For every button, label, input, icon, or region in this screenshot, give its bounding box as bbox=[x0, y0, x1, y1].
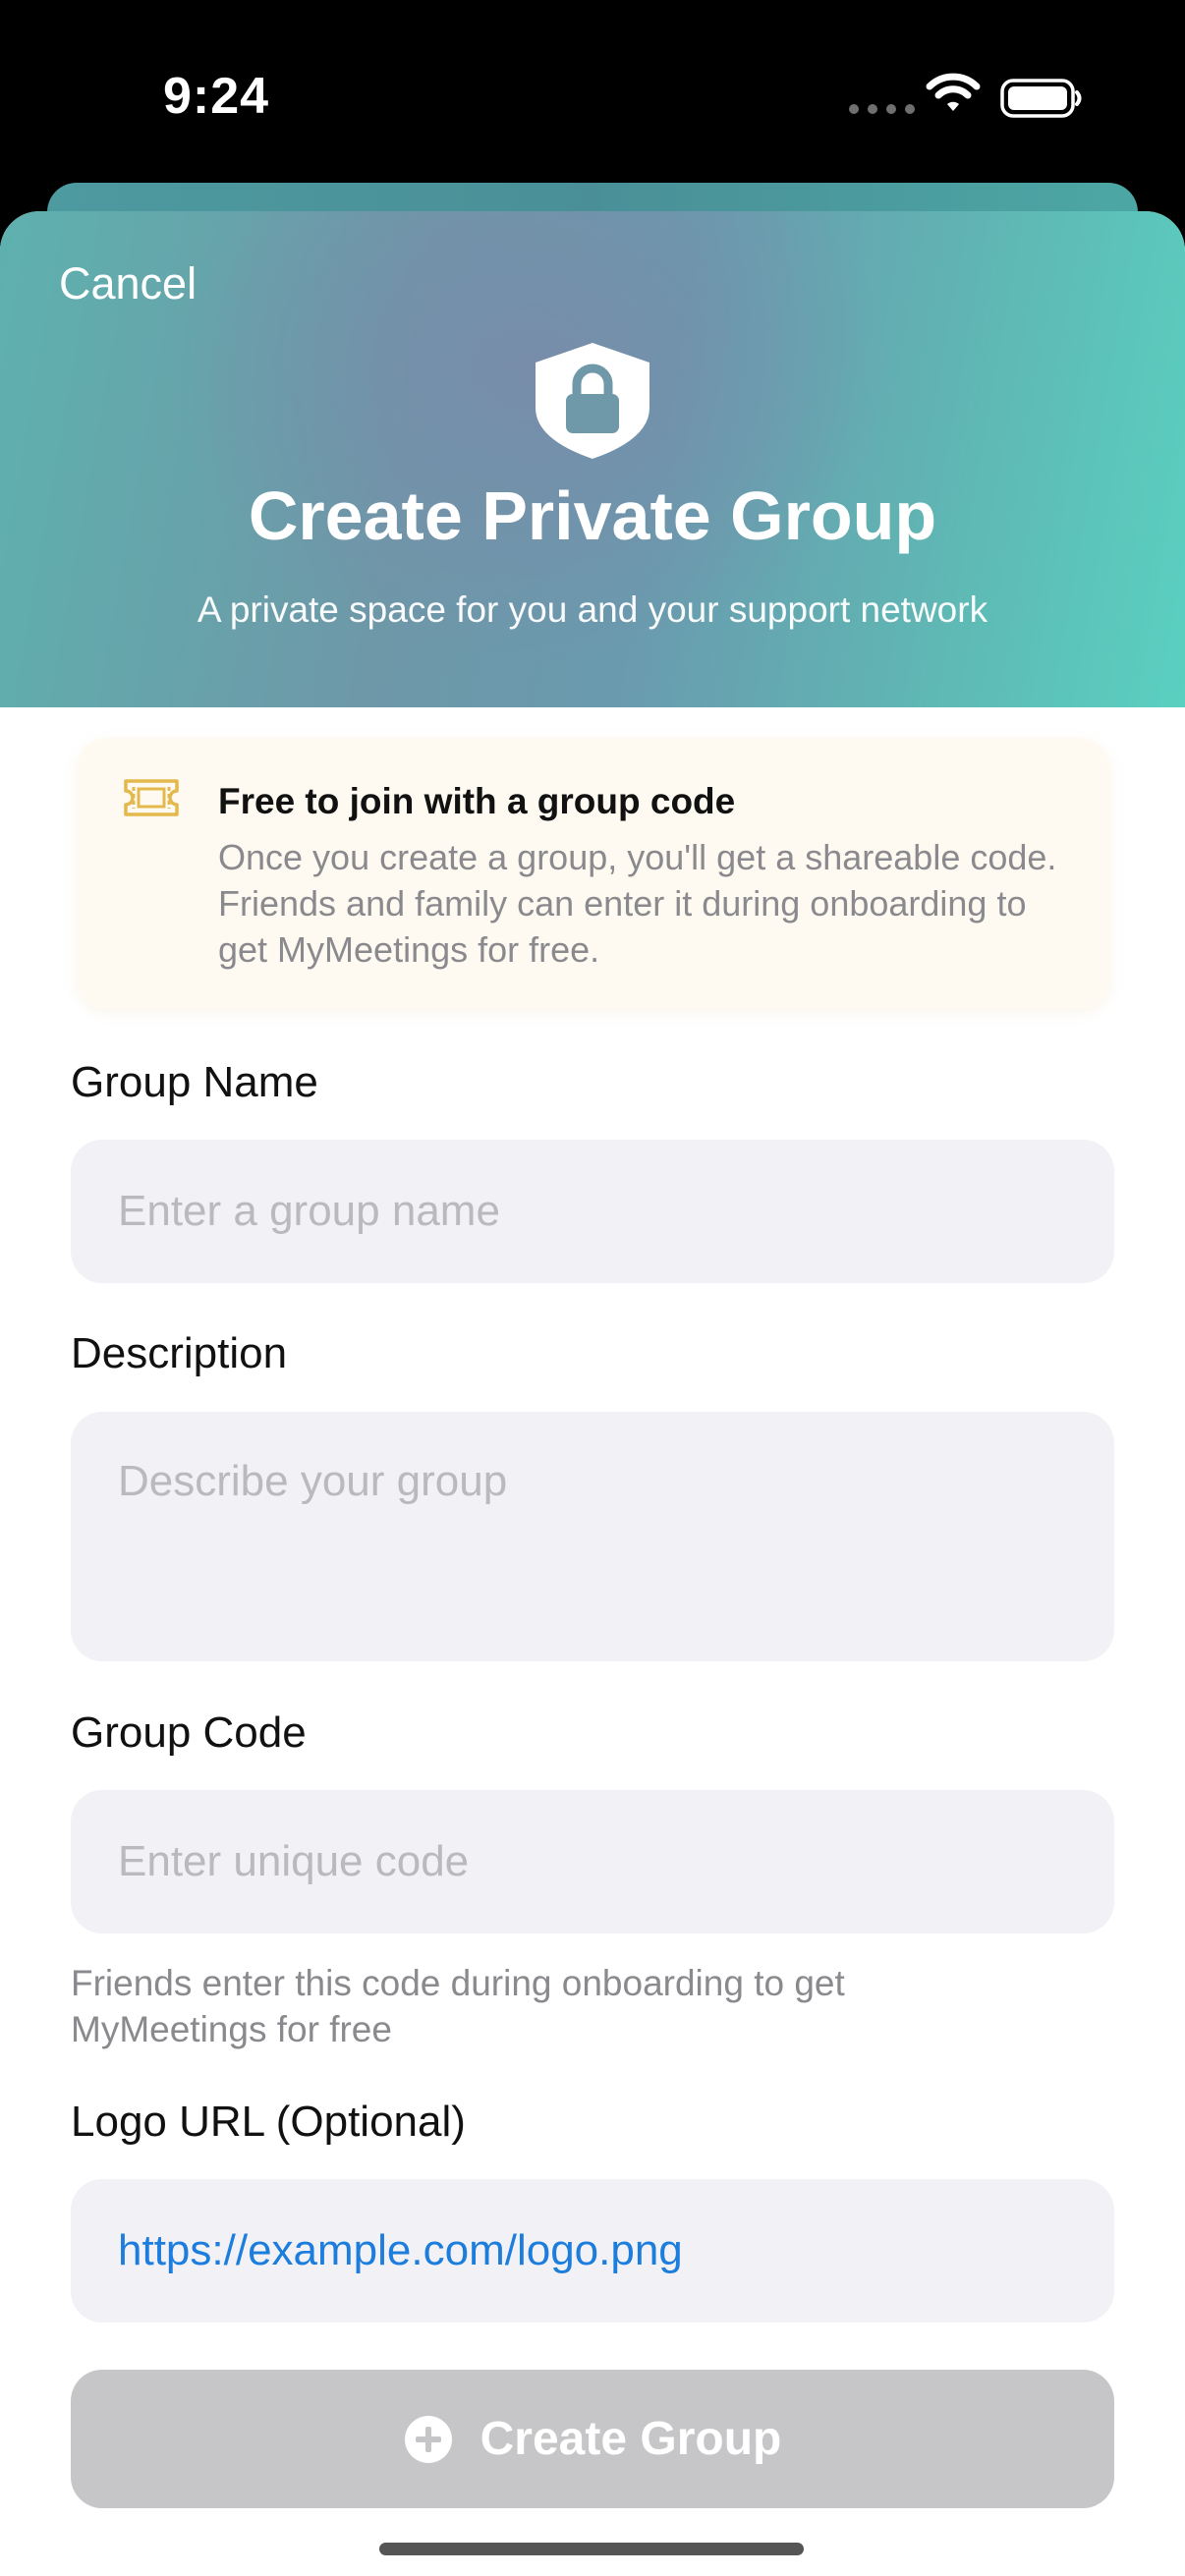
status-time: 9:24 bbox=[163, 68, 270, 125]
ticket-icon bbox=[124, 779, 179, 816]
page-title: Create Private Group bbox=[248, 477, 937, 554]
create-group-button[interactable]: Create Group bbox=[71, 2370, 1114, 2508]
home-indicator[interactable] bbox=[379, 2543, 804, 2555]
group-code-placeholder: Enter unique code bbox=[118, 1837, 470, 1885]
signal-dots-icon bbox=[849, 104, 915, 114]
group-code-label: Group Code bbox=[71, 1708, 307, 1757]
wifi-icon bbox=[926, 73, 981, 111]
battery-icon bbox=[1000, 79, 1082, 118]
logo-url-label: Logo URL (Optional) bbox=[71, 2098, 466, 2146]
plus-circle-icon bbox=[404, 2415, 452, 2463]
create-group-label: Create Group bbox=[480, 2413, 782, 2465]
info-title: Free to join with a group code bbox=[218, 781, 736, 821]
info-card: Free to join with a group code Once you … bbox=[77, 738, 1110, 1009]
page-subtitle: A private space for you and your support… bbox=[197, 589, 988, 630]
description-input[interactable]: Describe your group bbox=[71, 1412, 1114, 1661]
lock-shield-icon bbox=[536, 343, 649, 459]
description-label: Description bbox=[71, 1329, 288, 1377]
group-name-label: Group Name bbox=[71, 1058, 318, 1106]
logo-url-value: https://example.com/logo.png bbox=[118, 2226, 683, 2274]
group-code-input[interactable]: Enter unique code bbox=[71, 1790, 1114, 1933]
group-name-placeholder: Enter a group name bbox=[118, 1187, 500, 1235]
create-group-sheet: Cancel Create Private Group A private sp… bbox=[0, 211, 1185, 2576]
description-placeholder: Describe your group bbox=[118, 1457, 508, 1505]
info-body: Once you create a group, you'll get a sh… bbox=[218, 837, 1057, 970]
cancel-button[interactable]: Cancel bbox=[59, 258, 197, 309]
group-code-help: Friends enter this code during onboardin… bbox=[71, 1963, 845, 2049]
group-name-input[interactable]: Enter a group name bbox=[71, 1140, 1114, 1283]
logo-url-input[interactable]: https://example.com/logo.png bbox=[71, 2179, 1114, 2323]
sheet-header: Cancel Create Private Group A private sp… bbox=[0, 211, 1185, 707]
